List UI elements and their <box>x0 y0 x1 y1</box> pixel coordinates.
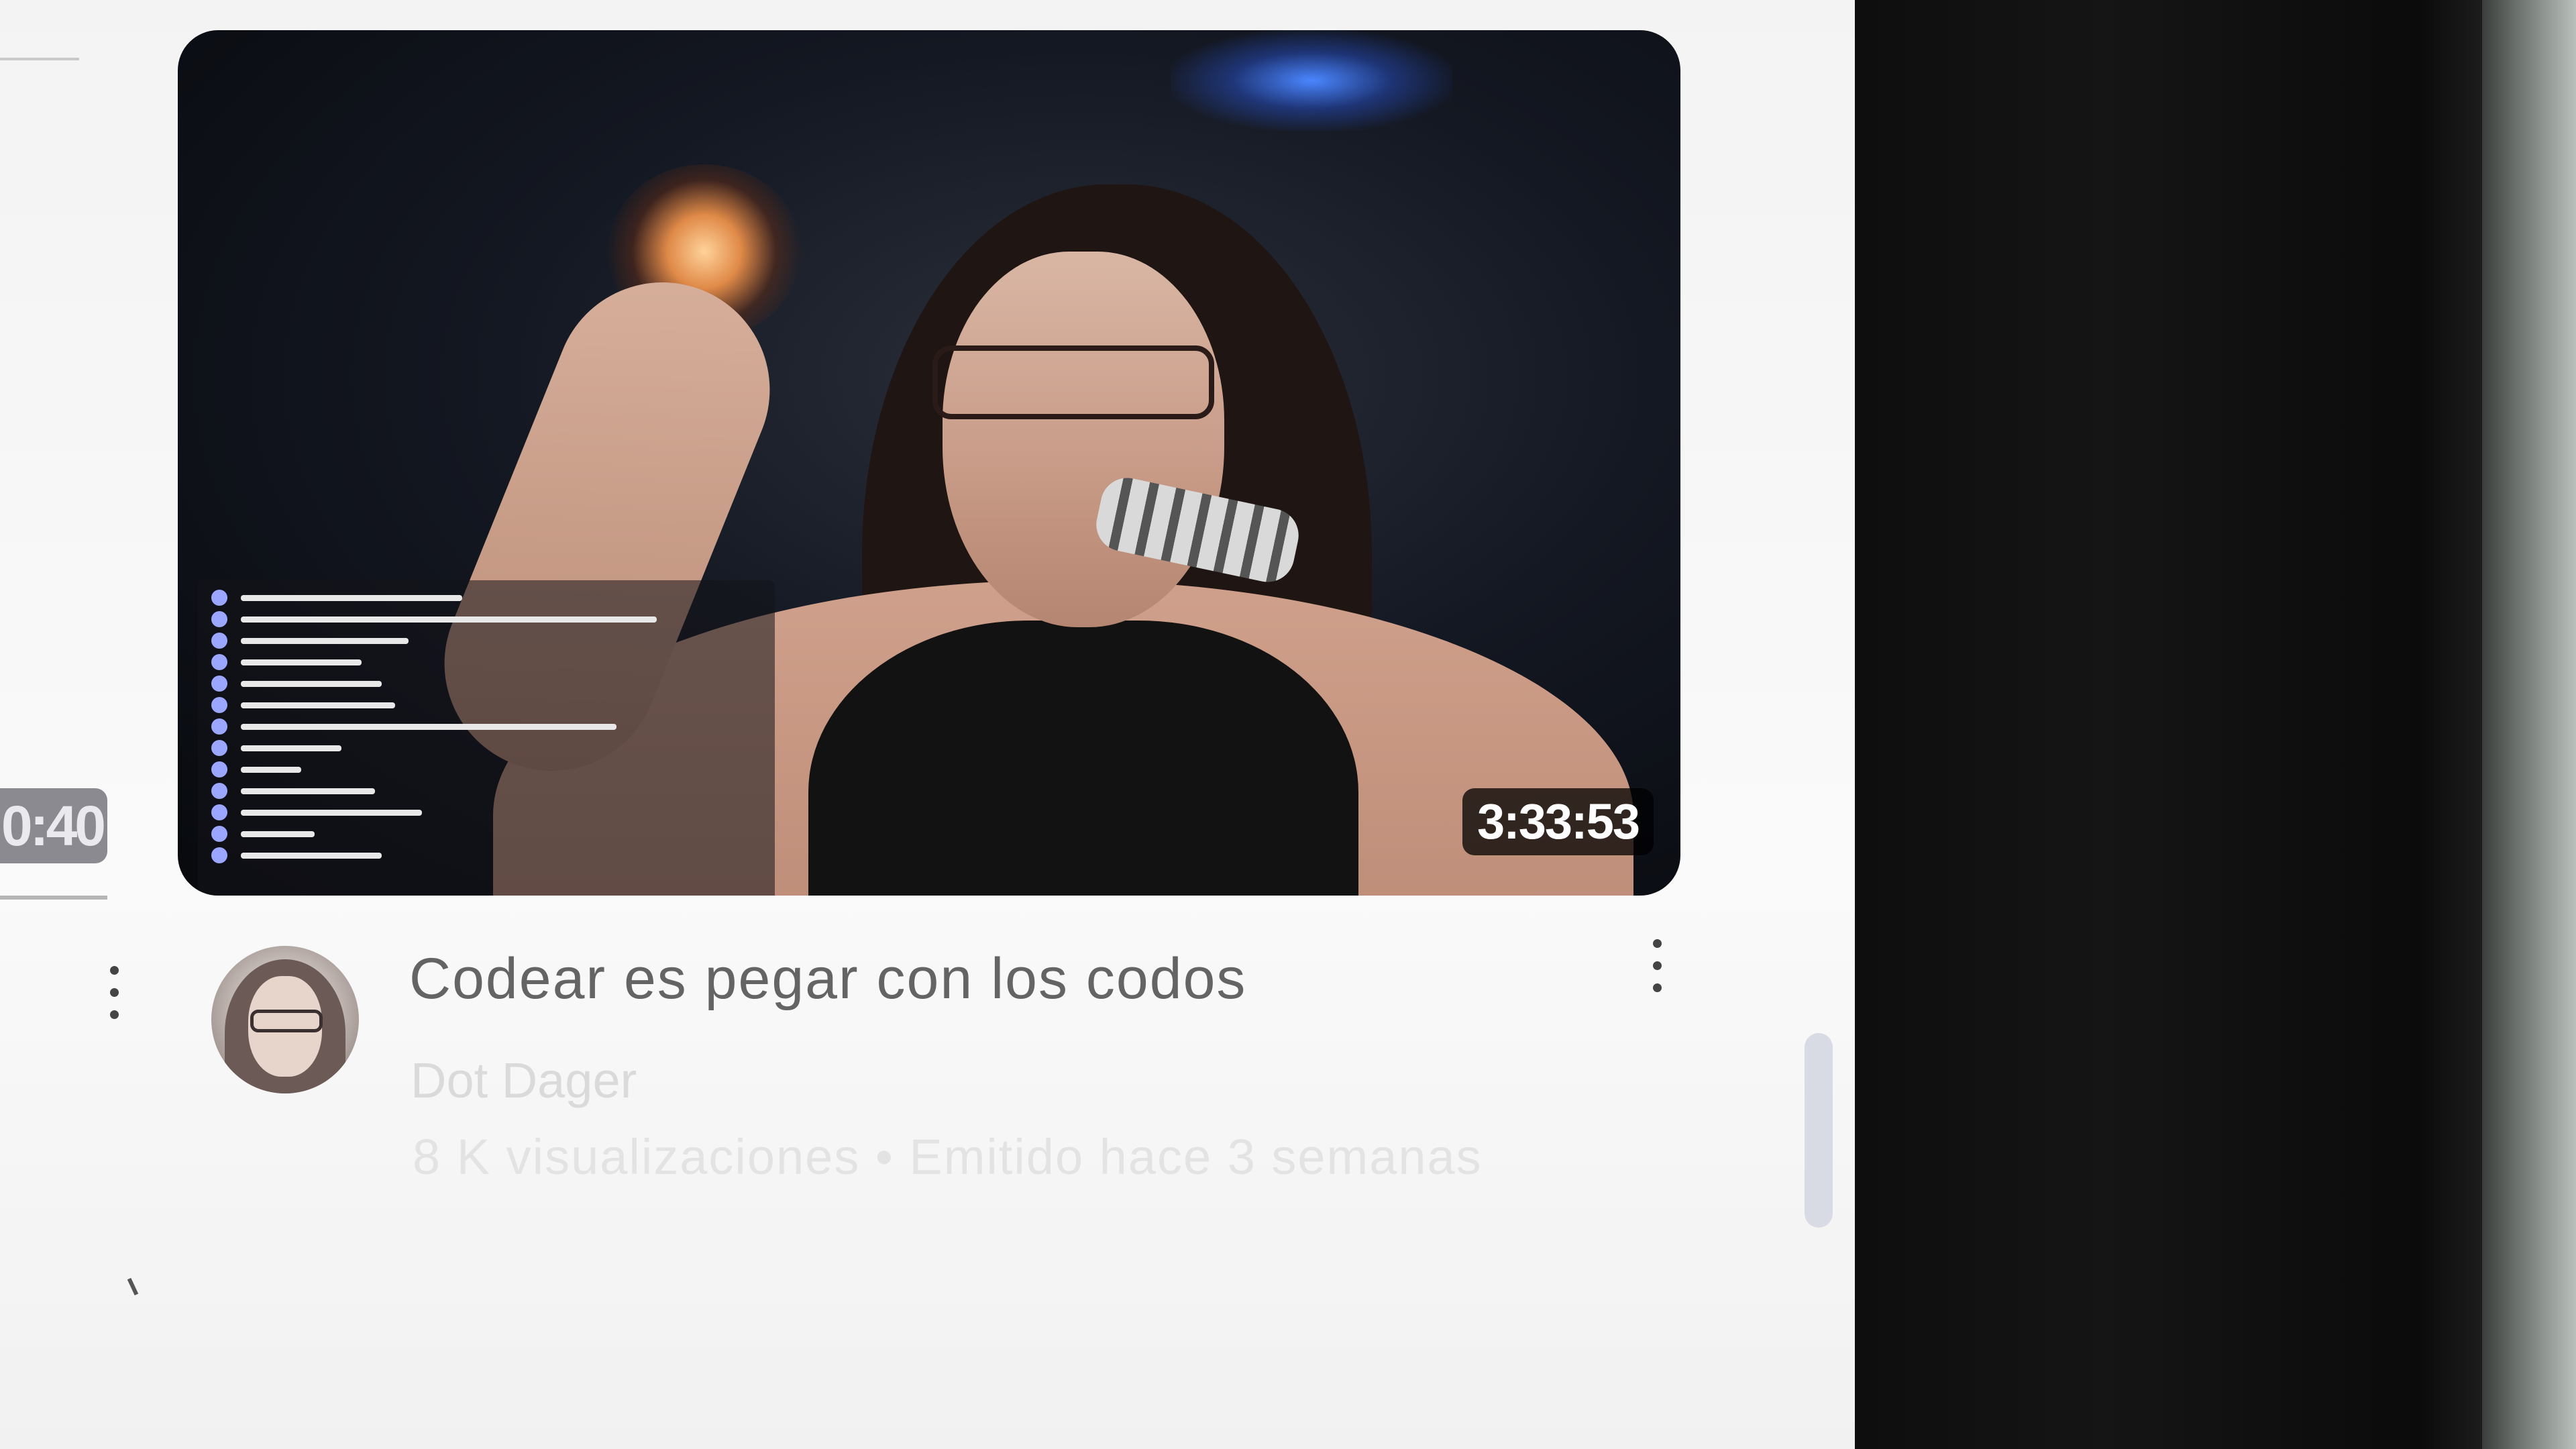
chat-message <box>241 745 341 751</box>
chat-user-icon <box>211 761 227 777</box>
monitor-bezel <box>1855 0 2482 1449</box>
chat-line <box>211 716 775 737</box>
chat-message <box>241 852 382 859</box>
chat-line <box>211 587 775 608</box>
chat-line <box>211 737 775 759</box>
chat-message <box>241 680 382 687</box>
chat-message <box>241 830 315 837</box>
avatar-glasses <box>250 1010 323 1032</box>
chat-message <box>241 616 657 623</box>
person-face <box>943 252 1224 627</box>
left-card-divider <box>0 58 79 60</box>
chat-user-icon <box>211 590 227 606</box>
kebab-dot <box>109 1010 119 1019</box>
kebab-dot <box>1652 939 1662 948</box>
left-video-progress-bar <box>0 896 107 900</box>
chat-message <box>241 659 362 665</box>
scrollbar-thumb[interactable] <box>1805 1033 1833 1228</box>
video-duration-badge: 3:33:53 <box>1462 788 1654 855</box>
chat-user-icon <box>211 654 227 670</box>
chat-line <box>211 630 775 651</box>
chat-message <box>241 788 375 794</box>
kebab-dot <box>109 988 119 997</box>
chat-user-icon <box>211 718 227 735</box>
chat-line <box>211 780 775 802</box>
monitor-edge <box>2482 0 2576 1449</box>
blue-light <box>1171 30 1452 131</box>
chat-message <box>241 723 616 730</box>
left-video-duration-badge: 0:40 <box>0 788 107 863</box>
chat-user-icon <box>211 740 227 756</box>
chat-message <box>241 594 462 601</box>
channel-avatar[interactable] <box>211 946 359 1093</box>
chat-line <box>211 845 775 866</box>
chat-message <box>241 809 422 816</box>
screen: 0:40 3:33:53 Codear es pegar con los cod… <box>0 0 1855 1449</box>
chat-line <box>211 694 775 716</box>
video-thumbnail[interactable]: 3:33:53 <box>178 30 1680 896</box>
chat-line <box>211 759 775 780</box>
stream-chat-overlay <box>198 580 775 896</box>
chat-line <box>211 823 775 845</box>
chat-user-icon <box>211 633 227 649</box>
chat-user-icon <box>211 826 227 842</box>
cursor-mark <box>127 1277 139 1296</box>
chat-line <box>211 802 775 823</box>
kebab-dot <box>109 966 119 975</box>
chat-user-icon <box>211 611 227 627</box>
chat-user-icon <box>211 804 227 820</box>
chat-line <box>211 673 775 694</box>
person-shirt <box>808 621 1358 896</box>
chat-line <box>211 651 775 673</box>
kebab-dot <box>1652 961 1662 970</box>
chat-user-icon <box>211 847 227 863</box>
thumbnail-scene <box>178 30 1680 896</box>
left-video-menu-kebab-icon[interactable] <box>101 966 127 1040</box>
chat-line <box>211 608 775 630</box>
chat-message <box>241 766 301 773</box>
chat-user-icon <box>211 676 227 692</box>
chat-user-icon <box>211 783 227 799</box>
chat-message <box>241 702 395 708</box>
person-glasses <box>932 345 1214 419</box>
chat-user-icon <box>211 697 227 713</box>
chat-message <box>241 637 409 644</box>
video-menu-kebab-icon[interactable] <box>1644 939 1670 1013</box>
kebab-dot <box>1652 983 1662 992</box>
channel-name[interactable]: Dot Dager <box>411 1052 637 1109</box>
video-stats: 8 K visualizaciones • Emitido hace 3 sem… <box>413 1129 1483 1185</box>
video-title[interactable]: Codear es pegar con los codos <box>409 946 1583 1012</box>
